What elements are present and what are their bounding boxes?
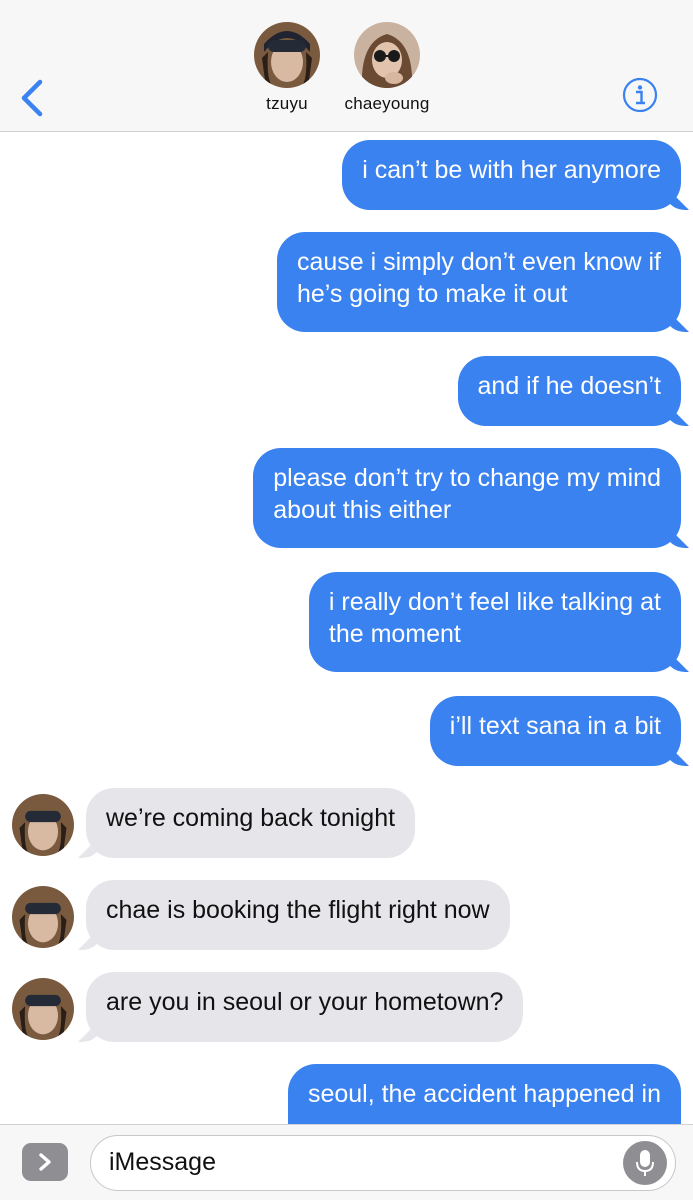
message-thread: i can’t be with her anymore cause i simp… xyxy=(0,132,693,1124)
outgoing-message[interactable]: and if he doesn’t xyxy=(457,356,681,426)
outgoing-message[interactable]: seoul, the accident happened in xyxy=(287,1064,681,1124)
apps-chevron-icon xyxy=(39,1153,51,1171)
dictation-button[interactable] xyxy=(623,1141,667,1185)
microphone-icon xyxy=(636,1150,654,1176)
outgoing-message[interactable]: i’ll text sana in a bit xyxy=(429,696,681,766)
sender-avatar xyxy=(12,978,74,1040)
compose-bar: iMessage xyxy=(0,1124,693,1200)
info-button[interactable] xyxy=(622,77,658,113)
incoming-message[interactable]: chae is booking the flight right now xyxy=(86,880,510,950)
incoming-message[interactable]: are you in seoul or your hometown? xyxy=(86,972,524,1042)
avatar xyxy=(354,22,420,88)
avatar xyxy=(254,22,320,88)
outgoing-message[interactable]: please don’t try to change my mind about… xyxy=(253,448,681,548)
message-input[interactable]: iMessage xyxy=(90,1135,676,1191)
contact-chaeyoung[interactable]: chaeyoung xyxy=(342,22,432,114)
conversation-header: tzuyu chaeyoung xyxy=(0,0,693,132)
outgoing-message[interactable]: i really don’t feel like talking at the … xyxy=(308,572,681,672)
contact-tzuyu[interactable]: tzuyu xyxy=(250,22,324,114)
message-input-placeholder: iMessage xyxy=(109,1148,216,1176)
info-icon xyxy=(622,77,658,113)
sender-avatar xyxy=(12,886,74,948)
contact-name: chaeyoung xyxy=(344,94,430,113)
contact-name: tzuyu xyxy=(266,94,308,113)
back-button[interactable] xyxy=(18,78,48,118)
outgoing-message[interactable]: i can’t be with her anymore xyxy=(342,140,681,210)
sender-avatar xyxy=(12,794,74,856)
back-chevron-icon xyxy=(21,79,43,117)
incoming-message[interactable]: we’re coming back tonight xyxy=(86,788,416,858)
outgoing-message[interactable]: cause i simply don’t even know if he’s g… xyxy=(276,232,681,332)
apps-button[interactable] xyxy=(22,1143,68,1181)
